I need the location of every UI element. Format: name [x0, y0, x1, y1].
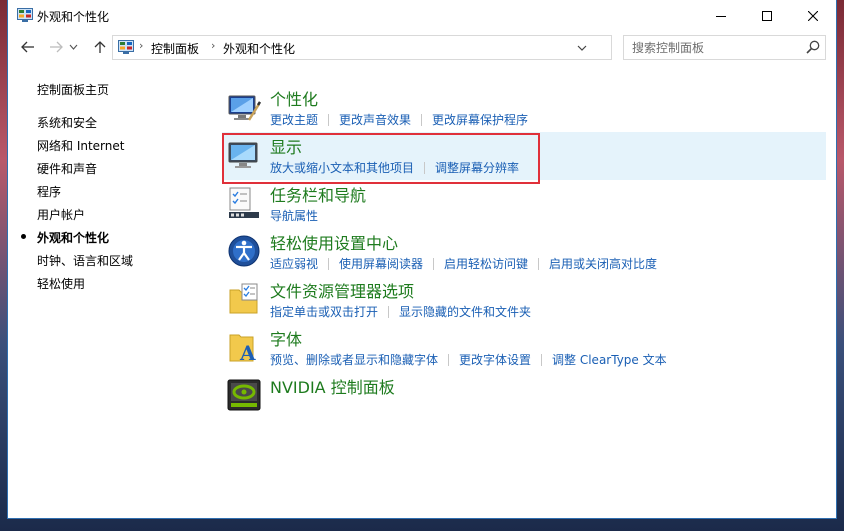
category-fonts: A 字体 预览、删除或者显示和隐藏字体 更改字体设置 调整 ClearType …: [222, 324, 826, 372]
breadcrumb-control-panel[interactable]: 控制面板: [151, 40, 199, 57]
forward-arrow-icon: [50, 41, 63, 53]
link-font-settings[interactable]: 更改字体设置: [459, 351, 531, 368]
nav-user-accounts[interactable]: 用户帐户: [37, 206, 85, 223]
maximize-button[interactable]: [744, 0, 790, 31]
link-divider: [433, 257, 435, 270]
fonts-icon: A: [229, 334, 256, 364]
personalization-icon: [228, 95, 261, 121]
link-sticky-keys[interactable]: 启用轻松访问键: [444, 255, 528, 272]
close-icon: [808, 10, 818, 21]
category-ease-of-access: 轻松使用设置中心 适应弱视 使用屏幕阅读器 启用轻松访问键 启用或关闭高对比度: [222, 228, 826, 276]
nav-programs[interactable]: 程序: [37, 183, 61, 200]
link-divider: [448, 353, 450, 366]
link-divider: [328, 257, 330, 270]
nav-ease-of-access[interactable]: 轻松使用: [37, 275, 85, 292]
title-bar[interactable]: 外观和个性化: [8, 0, 836, 31]
folder-options-icon: [229, 283, 258, 314]
forward-button[interactable]: [46, 37, 66, 57]
nav-network-internet[interactable]: 网络和 Internet: [37, 137, 124, 154]
minimize-button[interactable]: [698, 0, 744, 31]
nvidia-icon: [227, 379, 261, 411]
category-title[interactable]: NVIDIA 控制面板: [270, 374, 395, 398]
nav-appearance-personalization[interactable]: 外观和个性化: [37, 229, 109, 246]
address-dropdown-icon[interactable]: [575, 41, 589, 55]
category-title[interactable]: 个性化: [270, 86, 318, 110]
link-divider: [328, 113, 330, 126]
chevron-down-icon: [69, 44, 77, 50]
search-input[interactable]: [630, 38, 799, 57]
nav-hardware-sound[interactable]: 硬件和声音: [37, 160, 97, 177]
breadcrumb-separator-icon[interactable]: ›: [211, 39, 215, 52]
annotation-highlight-box: [222, 133, 540, 184]
taskbar-icon: [229, 187, 259, 218]
minimize-icon: [716, 15, 726, 17]
link-divider: [421, 113, 423, 126]
category-personalization: 个性化 更改主题 更改声音效果 更改屏幕保护程序: [222, 84, 826, 132]
link-change-theme[interactable]: 更改主题: [270, 111, 318, 128]
current-item-bullet-icon: [21, 234, 26, 239]
nav-control-panel-home[interactable]: 控制面板主页: [37, 81, 109, 98]
recent-locations-button[interactable]: [66, 37, 80, 57]
category-title[interactable]: 字体: [270, 326, 302, 350]
control-panel-icon: [17, 8, 33, 22]
close-button[interactable]: [790, 0, 836, 31]
search-box[interactable]: [623, 35, 826, 60]
link-show-hidden-files[interactable]: 显示隐藏的文件和文件夹: [399, 303, 531, 320]
ease-of-access-icon: [228, 235, 260, 267]
link-preview-fonts[interactable]: 预览、删除或者显示和隐藏字体: [270, 351, 438, 368]
category-nvidia: NVIDIA 控制面板: [222, 372, 826, 420]
category-file-explorer-options: 文件资源管理器选项 指定单击或双击打开 显示隐藏的文件和文件夹: [222, 276, 826, 324]
breadcrumb-appearance[interactable]: 外观和个性化: [223, 40, 295, 57]
link-divider: [388, 305, 390, 318]
back-button[interactable]: [18, 37, 38, 57]
category-taskbar-navigation: 任务栏和导航 导航属性: [222, 180, 826, 228]
link-divider: [541, 353, 543, 366]
link-divider: [538, 257, 540, 270]
link-change-screen-saver[interactable]: 更改屏幕保护程序: [432, 111, 528, 128]
category-title[interactable]: 轻松使用设置中心: [270, 230, 398, 254]
link-single-double-click[interactable]: 指定单击或双击打开: [270, 303, 378, 320]
link-navigation-properties[interactable]: 导航属性: [270, 207, 318, 224]
nav-system-security[interactable]: 系统和安全: [37, 114, 97, 131]
category-title[interactable]: 文件资源管理器选项: [270, 278, 414, 302]
up-arrow-icon: [94, 41, 106, 53]
maximize-icon: [762, 10, 772, 21]
search-icon[interactable]: [806, 40, 820, 54]
category-title[interactable]: 任务栏和导航: [270, 182, 366, 206]
back-arrow-icon: [21, 41, 34, 53]
window-title: 外观和个性化: [37, 10, 110, 24]
control-panel-icon: [118, 40, 134, 54]
link-low-vision[interactable]: 适应弱视: [270, 255, 318, 272]
link-change-sound-effects[interactable]: 更改声音效果: [339, 111, 411, 128]
link-cleartype[interactable]: 调整 ClearType 文本: [552, 351, 667, 368]
link-screen-reader[interactable]: 使用屏幕阅读器: [339, 255, 423, 272]
nav-clock-language-region[interactable]: 时钟、语言和区域: [37, 252, 133, 269]
link-high-contrast[interactable]: 启用或关闭高对比度: [549, 255, 657, 272]
navigation-bar: › 控制面板 › 外观和个性化: [8, 31, 836, 63]
address-bar[interactable]: › 控制面板 › 外观和个性化: [112, 35, 713, 60]
svg-text:A: A: [239, 341, 256, 364]
control-panel-window: 外观和个性化 › 控制面板 › 外观和个性化 搜索控制面板 控制面板主页 系统和…: [8, 0, 836, 518]
breadcrumb-separator-icon[interactable]: ›: [139, 39, 143, 52]
up-button[interactable]: [90, 37, 110, 57]
